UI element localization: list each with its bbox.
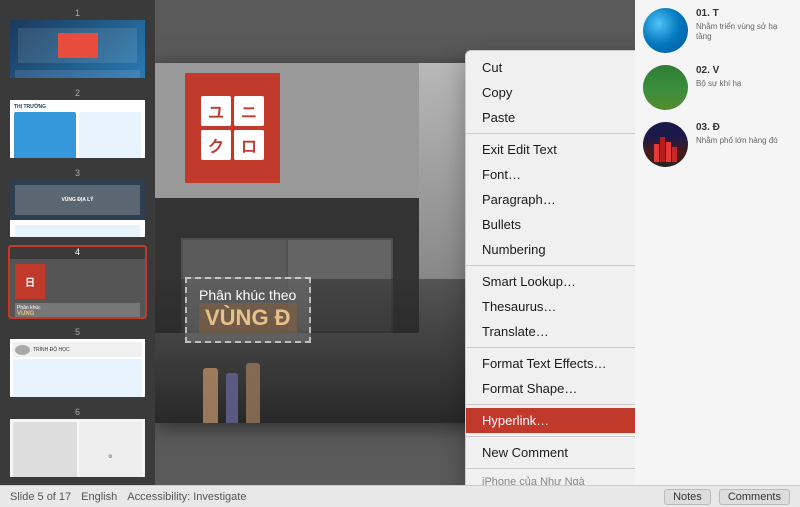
- menu-sep-1: [466, 133, 635, 134]
- slide-num-1: 1: [10, 8, 145, 18]
- right-item-text-3: 03. Đ Nhằm phố lớn hàng đó: [696, 122, 792, 146]
- menu-item-thesaurus-label: Thesaurus…: [482, 299, 624, 314]
- slide-thumb-inner-3: VÙNG ĐỊA LÝ: [10, 180, 145, 240]
- right-item-desc-2: Bộ sự khí hạ: [696, 79, 792, 89]
- menu-item-cut[interactable]: Cut ⌘X: [466, 55, 635, 80]
- menu-item-format-shape-label: Format Shape…: [482, 381, 631, 396]
- city-image: [643, 122, 688, 167]
- menu-sep-4: [466, 404, 635, 405]
- menu-sep-3: [466, 347, 635, 348]
- menu-item-cut-label: Cut: [482, 60, 630, 75]
- right-item-img-3: [643, 122, 688, 167]
- slide-num-2: 2: [10, 88, 145, 98]
- slide-thumb-inner-4: 日 Phân khúc VÙNG: [10, 259, 145, 319]
- menu-item-new-comment[interactable]: New Comment ⇧⌘M: [466, 440, 635, 465]
- slide-thumb-inner-5: TRÌNH ĐỘ HỌC: [10, 339, 145, 399]
- slide-num-5: 5: [10, 327, 145, 337]
- slide-panel: 1 2 THỊ TRƯỜNG: [0, 0, 155, 485]
- menu-item-numbering-label: Numbering: [482, 242, 635, 257]
- menu-item-smart-lookup-label: Smart Lookup…: [482, 274, 622, 289]
- language-status: English: [81, 491, 117, 503]
- menu-item-paragraph-label: Paragraph…: [482, 192, 615, 207]
- right-panel: 01. T Nhằm triển vùng sở hạ tầng 02. V B…: [635, 0, 800, 485]
- slide-thumb-4[interactable]: 4 日 Phân khúc VÙNG: [8, 245, 147, 319]
- main-slide-area: ユ ニ ク ロ: [155, 0, 635, 485]
- app-container: 1 2 THỊ TRƯỜNG: [0, 0, 800, 485]
- status-bar: Slide 5 of 17 English Accessibility: Inv…: [0, 485, 800, 507]
- menu-item-bullets[interactable]: Bullets ›: [466, 212, 635, 237]
- slide-text-sub: VÙNG Đ: [199, 303, 297, 333]
- slide-num-4: 4: [10, 247, 145, 257]
- slide-text-main: Phân khúc theo: [199, 287, 297, 303]
- menu-item-hyperlink[interactable]: Hyperlink… ⌘K: [466, 408, 635, 433]
- menu-item-smart-lookup[interactable]: Smart Lookup… ⇧⌘L: [466, 269, 635, 294]
- right-item-title-3: 03. Đ: [696, 122, 792, 133]
- menu-item-new-comment-label: New Comment: [482, 445, 619, 460]
- menu-sep-5: [466, 436, 635, 437]
- menu-item-paragraph[interactable]: Paragraph… ⌥⌘M: [466, 187, 635, 212]
- menu-item-translate-label: Translate…: [482, 324, 635, 339]
- menu-item-bullets-label: Bullets: [482, 217, 635, 232]
- forest-image: [643, 65, 688, 110]
- slide-count: Slide 5 of 17: [10, 491, 71, 503]
- right-item-text-1: 01. T Nhằm triển vùng sở hạ tầng: [696, 8, 792, 43]
- menu-item-copy[interactable]: Copy ⌘C: [466, 80, 635, 105]
- right-item-img-2: [643, 65, 688, 110]
- slide-thumb-6[interactable]: 6 ⚙: [8, 405, 147, 479]
- slide-thumb-2[interactable]: 2 THỊ TRƯỜNG: [8, 86, 147, 160]
- comments-button[interactable]: Comments: [719, 489, 790, 505]
- menu-item-thesaurus[interactable]: Thesaurus… ^⌘R: [466, 294, 635, 319]
- menu-item-format-text-label: Format Text Effects…: [482, 356, 635, 371]
- right-item-desc-3: Nhằm phố lớn hàng đó: [696, 136, 792, 146]
- right-item-2: 02. V Bộ sự khí hạ: [643, 65, 792, 110]
- right-item-text-2: 02. V Bộ sự khí hạ: [696, 65, 792, 89]
- status-left: Slide 5 of 17 English Accessibility: Inv…: [10, 491, 652, 503]
- accessibility-status: Accessibility: Investigate: [127, 491, 246, 503]
- menu-sep-6: [466, 468, 635, 469]
- slide-thumb-3[interactable]: 3 VÙNG ĐỊA LÝ: [8, 166, 147, 240]
- right-item-desc-1: Nhằm triển vùng sở hạ tầng: [696, 22, 792, 43]
- menu-item-translate[interactable]: Translate…: [466, 319, 635, 344]
- slide-thumb-1[interactable]: 1: [8, 6, 147, 80]
- menu-item-format-shape[interactable]: Format Shape… ⌘1: [466, 376, 635, 401]
- slide-thumb-inner-6: ⚙: [10, 419, 145, 479]
- slide-num-6: 6: [10, 407, 145, 417]
- menu-item-exit-edit[interactable]: Exit Edit Text: [466, 137, 635, 162]
- menu-item-format-text[interactable]: Format Text Effects…: [466, 351, 635, 376]
- slide-thumb-5[interactable]: 5 TRÌNH ĐỘ HỌC: [8, 325, 147, 399]
- menu-item-hyperlink-label: Hyperlink…: [482, 413, 630, 428]
- slide-thumb-inner-1: [10, 20, 145, 80]
- menu-item-font-label: Font…: [482, 167, 630, 182]
- context-menu: Cut ⌘X Copy ⌘C Paste ⌘V Exit Edit Text F…: [465, 50, 635, 485]
- slide-thumb-inner-2: THỊ TRƯỜNG: [10, 100, 145, 160]
- status-right: Notes Comments: [664, 489, 790, 505]
- right-item-1: 01. T Nhằm triển vùng sở hạ tầng: [643, 8, 792, 53]
- menu-item-exit-edit-label: Exit Edit Text: [482, 142, 635, 157]
- right-item-img-1: [643, 8, 688, 53]
- menu-item-copy-label: Copy: [482, 85, 629, 100]
- menu-item-numbering[interactable]: Numbering ›: [466, 237, 635, 262]
- globe-image: [643, 8, 688, 53]
- menu-item-paste-label: Paste: [482, 110, 630, 125]
- right-item-title-1: 01. T: [696, 8, 792, 19]
- right-item-3: 03. Đ Nhằm phố lớn hàng đó: [643, 122, 792, 167]
- menu-item-font[interactable]: Font… ⌘T: [466, 162, 635, 187]
- right-item-title-2: 02. V: [696, 65, 792, 76]
- slide-text-box[interactable]: Phân khúc theo VÙNG Đ: [185, 277, 311, 343]
- menu-sep-2: [466, 265, 635, 266]
- notes-button[interactable]: Notes: [664, 489, 711, 505]
- slide-num-3: 3: [10, 168, 145, 178]
- menu-section-iphone: iPhone của Như Ngà: [466, 472, 635, 485]
- menu-item-paste[interactable]: Paste ⌘V: [466, 105, 635, 130]
